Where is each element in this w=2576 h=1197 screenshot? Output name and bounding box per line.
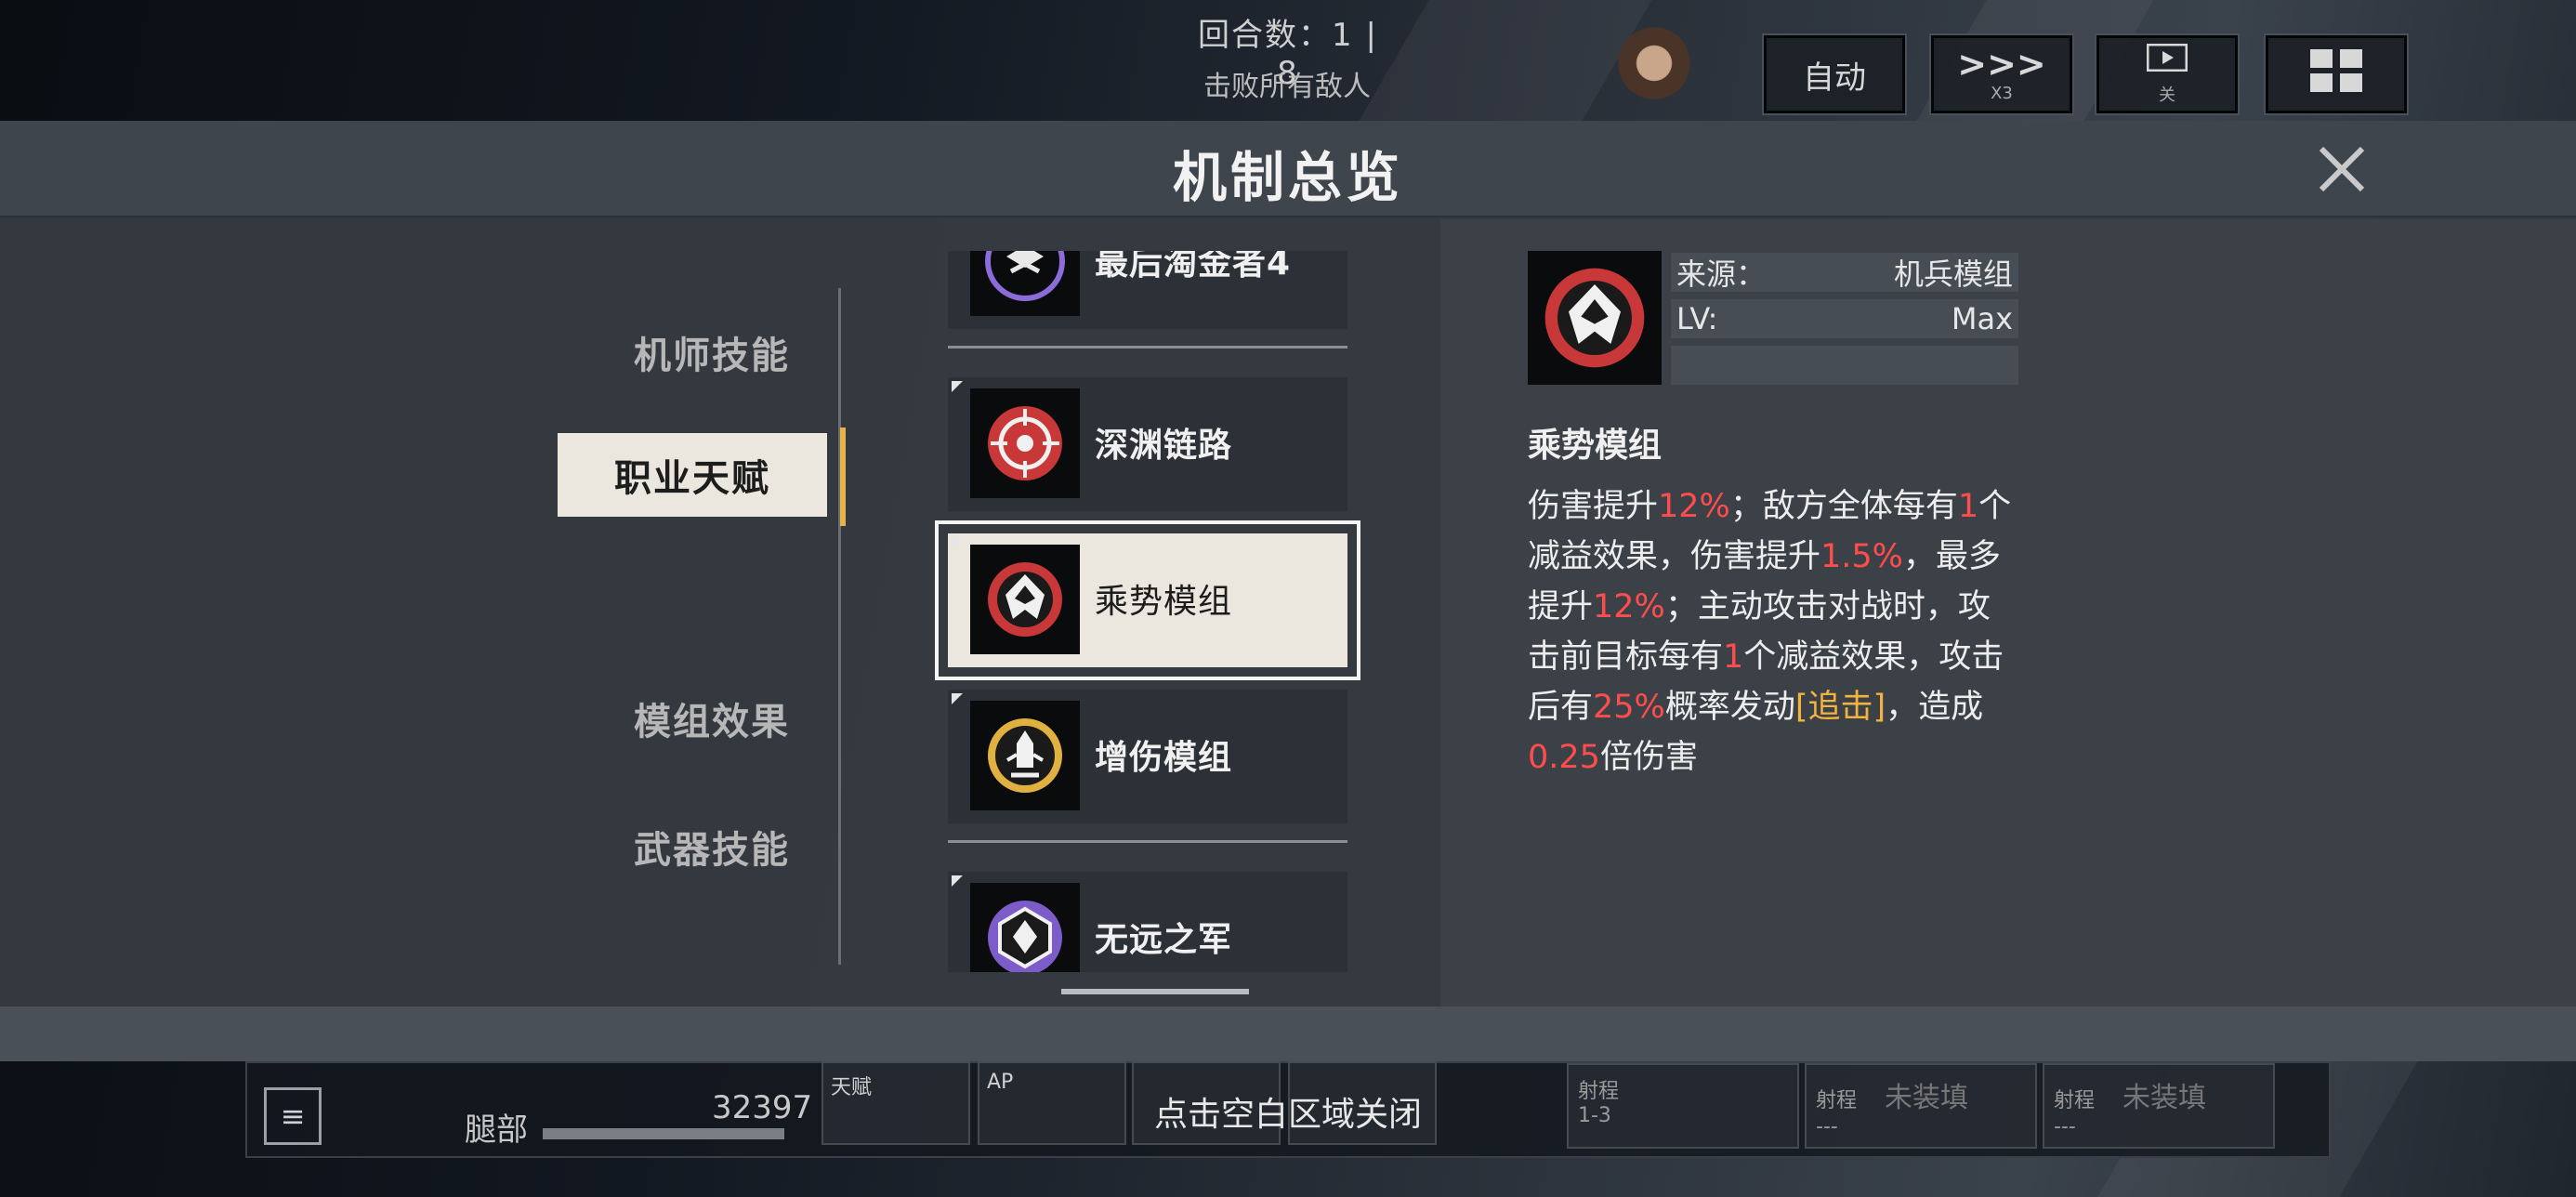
- red-crosshair-icon: [970, 388, 1080, 498]
- detail-description: 伤害提升12%；敌方全体每有1个减益效果，伤害提升1.5%，最多提升12%；主动…: [1528, 488, 2012, 776]
- tab-pilot-skills[interactable]: 机师技能: [558, 310, 827, 394]
- keyword-link[interactable]: [追击]: [1795, 689, 1886, 726]
- purple-hex-icon: [970, 883, 1080, 972]
- mechanism-list[interactable]: 最后淘金者4 深渊链路 乘势模组 增伤模组 无远之军: [929, 251, 1375, 972]
- tab-weapon-skills[interactable]: 武器技能: [558, 805, 827, 888]
- replay-state: 关: [2159, 86, 2175, 105]
- modal-footer: [0, 1006, 2576, 1061]
- corner-mark: [952, 875, 963, 887]
- list-item[interactable]: 最后淘金者4: [948, 251, 1347, 329]
- tabs-divider: [838, 288, 841, 965]
- list-item-name: 乘势模组: [1095, 583, 1233, 621]
- close-icon[interactable]: [2312, 139, 2372, 199]
- film-icon: [2146, 43, 2188, 80]
- tab-label: 模组效果: [634, 701, 790, 743]
- weapon-slot[interactable]: 射程 未装填 ---: [1805, 1063, 2037, 1149]
- objective-text: 击败所有敌人: [1203, 71, 1371, 103]
- list-scroll-indicator[interactable]: [1061, 989, 1249, 994]
- purple-emblem-icon: [970, 251, 1080, 316]
- weapon-title: 未装填: [2123, 1082, 2207, 1114]
- detail-title: 乘势模组: [1528, 427, 1663, 465]
- replay-toggle-button[interactable]: 关: [2095, 33, 2240, 115]
- list-item[interactable]: 深渊链路: [948, 377, 1347, 511]
- talent-slot-label: 天赋: [831, 1076, 873, 1099]
- part-hp-value: 32397: [712, 1089, 813, 1126]
- list-item[interactable]: 无远之军: [948, 872, 1347, 972]
- speed-multiplier: X3: [1991, 83, 2013, 103]
- modal-title: 机制总览: [1172, 146, 1403, 209]
- corner-mark: [952, 537, 963, 548]
- source-row: 来源： 机兵模组: [1671, 253, 2018, 292]
- weapon-range-label: 射程: [1816, 1089, 1858, 1112]
- red-mech-head-icon: [1528, 251, 1662, 385]
- level-row: LV: Max: [1671, 299, 2018, 338]
- weapon-range-value: ---: [2054, 1115, 2076, 1138]
- list-item-selected[interactable]: 乘势模组: [935, 520, 1360, 680]
- ap-slot[interactable]: AP: [978, 1061, 1126, 1145]
- weapon-title: 未装填: [1885, 1082, 1969, 1114]
- modal-titlebar: 机制总览: [0, 121, 2576, 217]
- weapon-range-value: ---: [1816, 1115, 1838, 1138]
- mechanism-overview-modal: 机制总览 机师技能 职业天赋 模组效果 武器技能 最后淘金者4 深渊链路 乘势模…: [0, 121, 2576, 1061]
- auto-label: 自动: [1803, 59, 1866, 97]
- weapon-range-value: 1-3: [1578, 1104, 1611, 1127]
- speed-button[interactable]: >>> X3: [1929, 33, 2074, 115]
- talent-slot[interactable]: 天赋: [821, 1061, 970, 1145]
- list-separator: [948, 346, 1347, 349]
- tab-module-effects[interactable]: 模组效果: [558, 677, 827, 760]
- layers-icon[interactable]: ≡: [264, 1087, 322, 1145]
- part-hp-bar: [543, 1128, 784, 1139]
- list-item-name: 无远之军: [1095, 921, 1233, 959]
- weapon-slot[interactable]: 射程 未装填 ---: [2043, 1063, 2275, 1149]
- weapon-range-label: 射程: [2054, 1089, 2096, 1112]
- grid-icon: [2308, 47, 2364, 102]
- tab-label: 职业天赋: [614, 457, 770, 500]
- list-separator: [948, 840, 1347, 843]
- pilot-portrait: [1598, 26, 1710, 119]
- close-hint[interactable]: 点击空白区域关闭: [1115, 1087, 1461, 1136]
- auto-button[interactable]: 自动: [1762, 33, 1907, 115]
- list-item-name: 最后淘金者4: [1095, 251, 1292, 283]
- empty-meta-row: [1671, 346, 2018, 385]
- source-value: 机兵模组: [1893, 256, 2013, 292]
- level-value: Max: [1951, 301, 2013, 336]
- ap-slot-label: AP: [987, 1071, 1014, 1094]
- level-label: LV:: [1676, 301, 1718, 336]
- red-mech-head-icon: [970, 545, 1080, 654]
- fast-forward-icon: >>>: [1957, 43, 2046, 85]
- corner-mark: [952, 693, 963, 704]
- corner-mark: [952, 381, 963, 392]
- tab-label: 武器技能: [634, 829, 790, 872]
- list-item-name: 增伤模组: [1095, 739, 1233, 777]
- weapon-slot[interactable]: 射程 1-3: [1567, 1063, 1799, 1149]
- list-item[interactable]: 增伤模组: [948, 690, 1347, 823]
- gold-missile-icon: [970, 701, 1080, 810]
- part-label: 腿部: [465, 1112, 528, 1149]
- list-item-name: 深渊链路: [1095, 427, 1233, 465]
- tab-label: 机师技能: [634, 335, 790, 377]
- menu-grid-button[interactable]: [2264, 33, 2409, 115]
- tab-class-talent[interactable]: 职业天赋: [558, 428, 846, 526]
- weapon-range-label: 射程: [1578, 1080, 1620, 1103]
- source-label: 来源：: [1676, 256, 1767, 292]
